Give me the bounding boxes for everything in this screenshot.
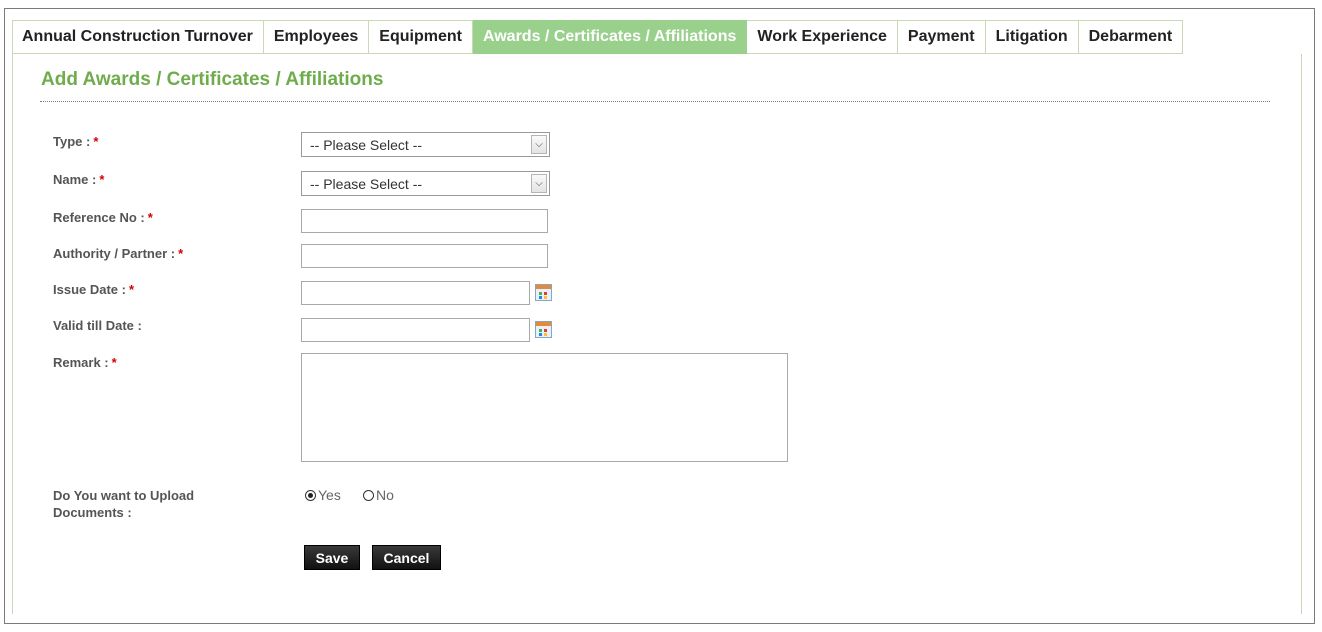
remark-label: Remark : *	[53, 355, 117, 370]
type-label: Type : *	[53, 134, 99, 149]
required-marker: *	[99, 172, 105, 187]
upload-yes-option[interactable]: Yes	[305, 487, 341, 503]
reference-no-input[interactable]	[301, 209, 548, 233]
chevron-down-icon: ⌵	[531, 174, 547, 193]
tab-work-experience[interactable]: Work Experience	[747, 20, 898, 54]
tab-litigation[interactable]: Litigation	[985, 20, 1079, 54]
save-button[interactable]: Save	[304, 545, 360, 570]
required-marker: *	[178, 246, 184, 261]
tab-bar: Annual Construction Turnover Employees E…	[12, 20, 1184, 54]
required-marker: *	[93, 134, 99, 149]
valid-till-date-label: Valid till Date :	[53, 318, 142, 333]
valid-till-date-input[interactable]	[301, 318, 530, 342]
chevron-down-icon: ⌵	[531, 135, 547, 154]
remark-textarea[interactable]	[301, 353, 788, 462]
upload-yes-label: Yes	[318, 487, 341, 503]
issue-date-input[interactable]	[301, 281, 530, 305]
name-select-value: -- Please Select --	[310, 175, 423, 192]
authority-partner-input[interactable]	[301, 244, 548, 268]
name-select[interactable]: -- Please Select -- ⌵	[301, 171, 550, 196]
type-select-value: -- Please Select --	[310, 136, 423, 153]
upload-no-radio[interactable]	[363, 489, 374, 501]
upload-no-option[interactable]: No	[363, 487, 394, 503]
tab-debarment[interactable]: Debarment	[1078, 20, 1184, 54]
required-marker: *	[147, 210, 153, 225]
tab-annual-construction-turnover[interactable]: Annual Construction Turnover	[12, 20, 264, 54]
reference-no-label: Reference No : *	[53, 210, 153, 225]
tab-employees[interactable]: Employees	[263, 20, 370, 54]
required-marker: *	[111, 355, 117, 370]
required-marker: *	[128, 282, 135, 297]
upload-no-label: No	[376, 487, 394, 503]
upload-documents-label: Do You want to Upload Documents :	[53, 488, 195, 520]
upload-yes-radio[interactable]	[305, 489, 316, 501]
title-divider	[40, 101, 1270, 102]
tab-panel	[12, 54, 1302, 614]
calendar-icon[interactable]	[535, 321, 552, 338]
issue-date-label: Issue Date : *	[53, 282, 135, 297]
type-select[interactable]: -- Please Select -- ⌵	[301, 132, 550, 157]
tab-awards-certificates-affiliations[interactable]: Awards / Certificates / Affiliations	[472, 20, 748, 54]
tab-equipment[interactable]: Equipment	[369, 20, 473, 54]
cancel-button[interactable]: Cancel	[372, 545, 441, 570]
page-title: Add Awards / Certificates / Affiliations	[41, 69, 384, 90]
name-label: Name : *	[53, 172, 105, 187]
calendar-icon[interactable]	[535, 284, 552, 301]
authority-partner-label: Authority / Partner : *	[53, 246, 184, 261]
tab-payment[interactable]: Payment	[897, 20, 986, 54]
